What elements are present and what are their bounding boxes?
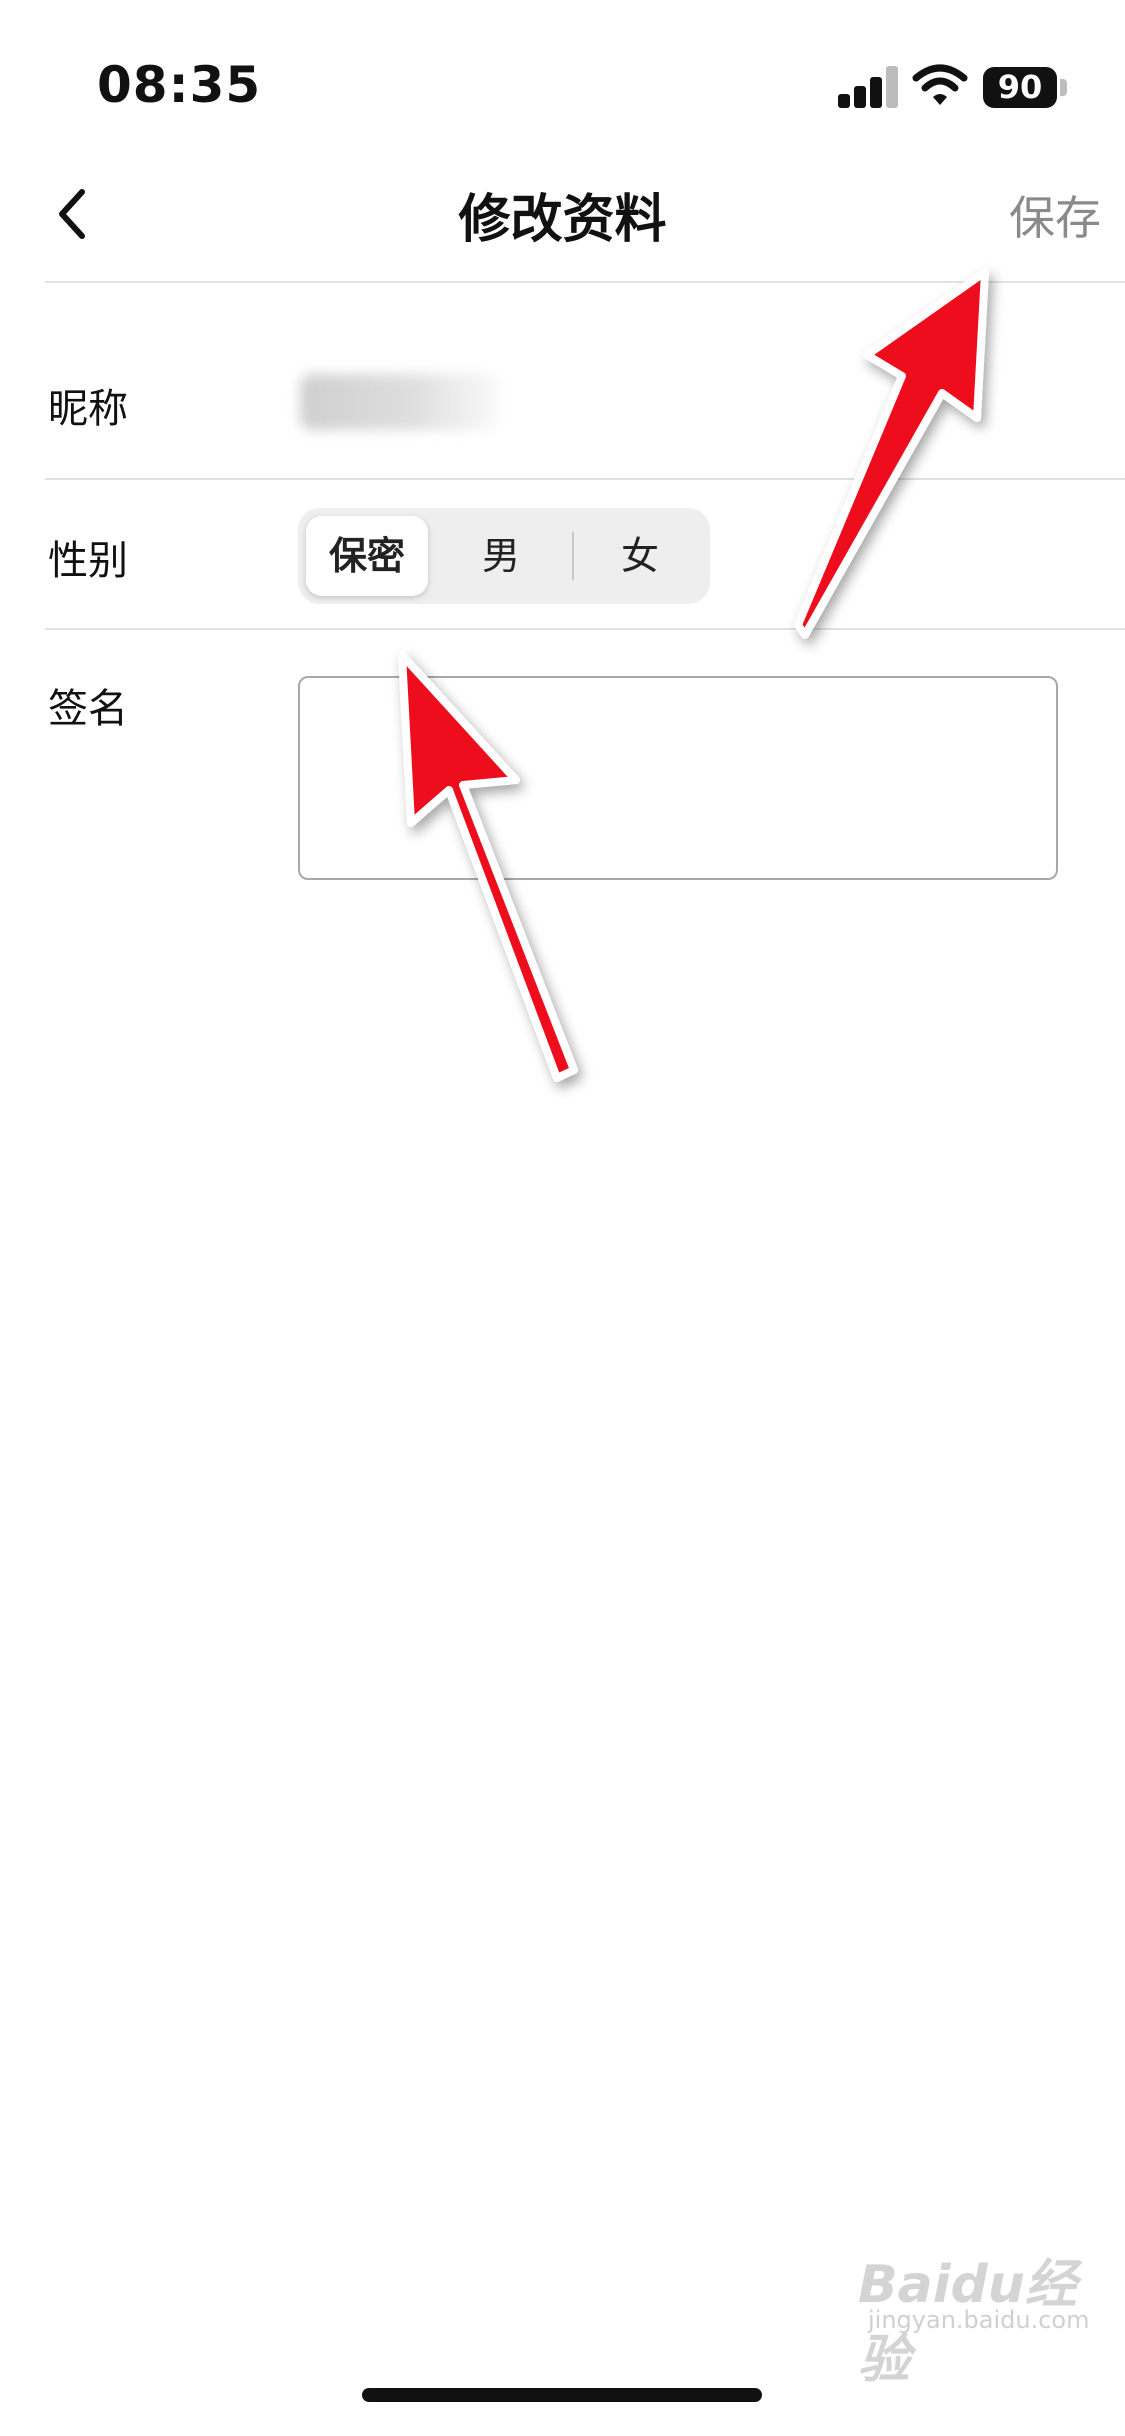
- wifi-icon: [912, 64, 968, 105]
- home-indicator[interactable]: [362, 2388, 762, 2402]
- nav-divider: [45, 281, 1125, 283]
- gender-segmented-control: 保密 男 女: [298, 508, 710, 604]
- nickname-label: 昵称: [48, 386, 128, 432]
- battery-cap: [1060, 79, 1067, 96]
- cellular-signal-icon: [838, 64, 898, 108]
- gender-option-female[interactable]: 女: [578, 508, 702, 604]
- row-divider: [45, 628, 1125, 630]
- save-button[interactable]: 保存: [1009, 182, 1101, 248]
- status-time: 08:35: [97, 56, 262, 114]
- annotation-arrows: [398, 268, 989, 1082]
- gender-option-male[interactable]: 男: [436, 508, 566, 604]
- signature-textarea[interactable]: [298, 676, 1058, 880]
- page-title: 修改资料: [458, 190, 667, 250]
- signature-label: 签名: [48, 686, 128, 732]
- gender-label: 性别: [48, 538, 128, 584]
- nickname-field-blurred[interactable]: [300, 374, 500, 430]
- row-divider: [45, 478, 1125, 480]
- battery-level: 90: [997, 68, 1043, 106]
- segment-separator: [572, 532, 574, 580]
- battery-icon: 90: [983, 67, 1057, 108]
- watermark-url: jingyan.baidu.com: [868, 2306, 1090, 2334]
- arrow-to-save-icon: [794, 268, 989, 639]
- gender-option-secret[interactable]: 保密: [306, 508, 428, 604]
